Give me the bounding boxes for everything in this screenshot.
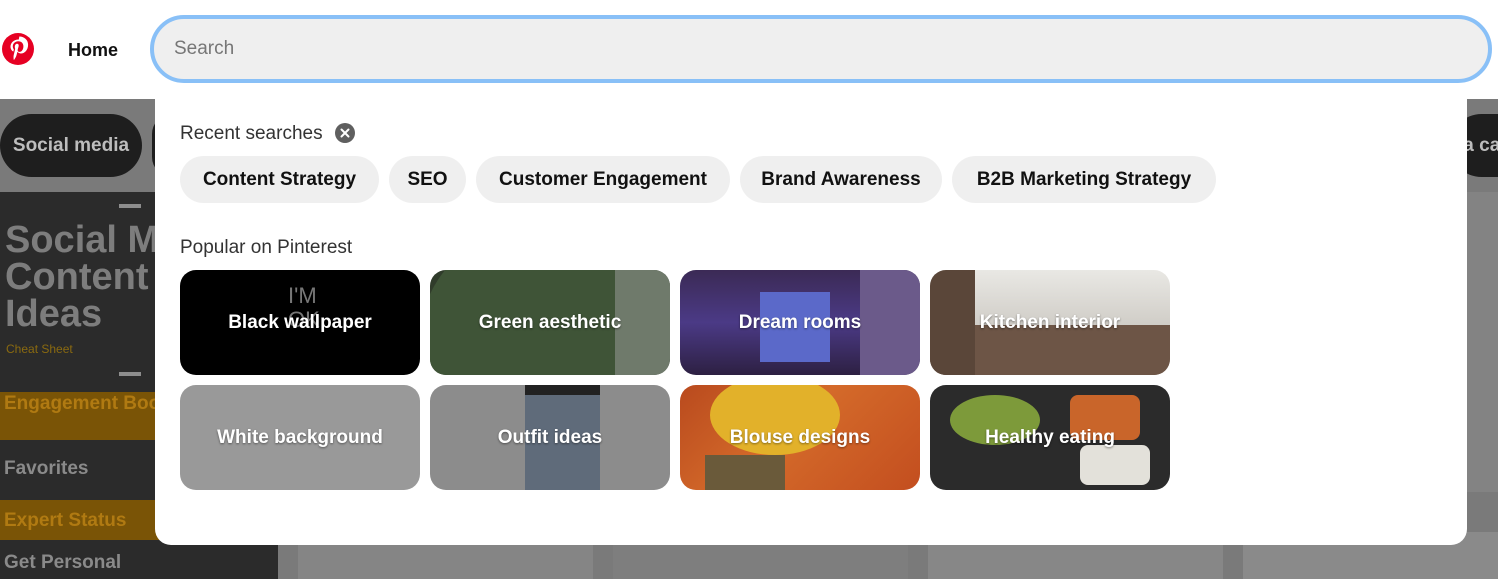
popular-tile-label: Healthy eating xyxy=(985,426,1115,448)
recent-search-chip[interactable]: Content Strategy xyxy=(180,156,379,203)
pin-card[interactable] xyxy=(1467,192,1498,492)
search-input[interactable] xyxy=(174,27,1464,71)
home-nav-link[interactable]: Home xyxy=(68,40,118,61)
close-circle-icon xyxy=(340,128,350,138)
tile-image-decoration xyxy=(860,270,920,375)
search-bar[interactable] xyxy=(150,15,1492,83)
popular-tile-label: Kitchen interior xyxy=(979,311,1121,333)
recent-search-chip[interactable]: Customer Engagement xyxy=(476,156,730,203)
tile-image-decoration xyxy=(615,270,670,375)
popular-tile-label: Dream rooms xyxy=(738,311,862,333)
pin-card-subtitle: Cheat Sheet xyxy=(6,342,73,356)
popular-tile-label: Black wallpaper xyxy=(228,311,372,333)
popular-tile-label: Green aesthetic xyxy=(478,311,622,333)
popular-tile-label: Blouse designs xyxy=(729,426,871,448)
popular-tile-label: White background xyxy=(217,426,383,448)
popular-tile-kitchen-interior[interactable]: Kitchen interior xyxy=(930,270,1170,375)
recent-search-label: Brand Awareness xyxy=(761,168,921,190)
recent-search-chip[interactable]: Brand Awareness xyxy=(740,156,942,203)
pin-card-title: Social M Content Ideas xyxy=(5,219,160,335)
pin-card[interactable] xyxy=(613,545,908,579)
popular-tile-outfit-ideas[interactable]: Outfit ideas xyxy=(430,385,670,490)
recent-search-label: Customer Engagement xyxy=(499,168,707,190)
popular-title: Popular on Pinterest xyxy=(180,237,353,258)
clear-recent-searches-button[interactable] xyxy=(335,123,355,143)
section-label: Favorites xyxy=(4,458,89,479)
tile-image-decoration xyxy=(705,455,785,490)
recent-search-label: Content Strategy xyxy=(202,168,357,190)
recent-search-label: B2B Marketing Strategy xyxy=(976,168,1192,190)
tile-image-decoration xyxy=(525,385,600,395)
popular-tile-white-background[interactable]: White background xyxy=(180,385,420,490)
pinterest-logo-icon[interactable] xyxy=(2,33,34,65)
recent-search-label: SEO xyxy=(407,168,448,190)
recent-search-chip[interactable]: B2B Marketing Strategy xyxy=(952,156,1216,203)
popular-tile-blouse-designs[interactable]: Blouse designs xyxy=(680,385,920,490)
category-chip-social-media[interactable]: Social media xyxy=(0,114,142,177)
section-label: Get Personal xyxy=(4,552,122,573)
card-divider xyxy=(119,204,141,208)
pin-card[interactable] xyxy=(928,545,1223,579)
section-label: Expert Status xyxy=(4,510,127,531)
recent-search-chip[interactable]: SEO xyxy=(389,156,466,203)
tile-image-decoration xyxy=(930,270,975,375)
popular-tile-label: Outfit ideas xyxy=(497,426,603,448)
pin-card[interactable] xyxy=(298,545,593,579)
search-suggestions-dropdown: Recent searches Content Strategy SEO Cus… xyxy=(155,98,1467,545)
card-divider xyxy=(119,372,141,376)
popular-tile-green-aesthetic[interactable]: Green aesthetic xyxy=(430,270,670,375)
recent-searches-title: Recent searches xyxy=(180,123,323,144)
top-header: Home xyxy=(0,0,1498,99)
popular-tile-dream-rooms[interactable]: Dream rooms xyxy=(680,270,920,375)
popular-tile-black-wallpaper[interactable]: I'M OK Black wallpaper xyxy=(180,270,420,375)
tile-image-decoration xyxy=(1080,445,1150,485)
category-chip-label: Social media xyxy=(12,134,130,156)
popular-tile-healthy-eating[interactable]: Healthy eating xyxy=(930,385,1170,490)
